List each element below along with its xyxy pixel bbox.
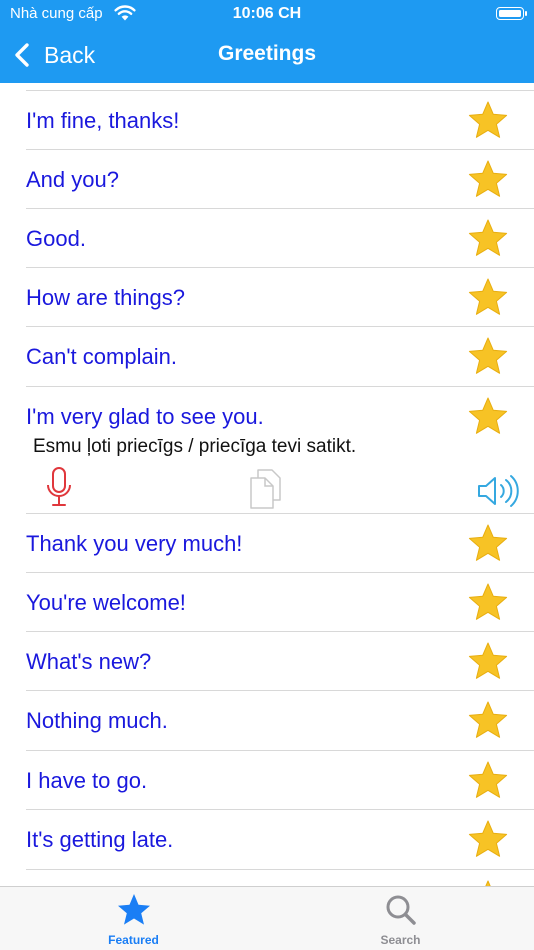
status-time: 10:06 CH [232, 5, 302, 22]
back-button-label: Back [44, 41, 96, 68]
row-divider [26, 869, 534, 870]
phrase-text: I'm fine, thanks! [26, 108, 180, 133]
phrase-text: I have to go. [26, 768, 148, 793]
phrase-text: You're welcome! [26, 590, 186, 615]
phrase-text: Good. [26, 226, 86, 251]
phrase-text: What's new? [26, 649, 152, 674]
star-icon[interactable] [467, 582, 509, 623]
phrase-row[interactable]: Good. [0, 209, 534, 268]
phrase-text: It's getting late. [26, 827, 174, 852]
phrase-row[interactable]: Can't complain. [0, 327, 534, 387]
star-icon[interactable] [467, 336, 509, 377]
phrase-row[interactable]: I'm fine, thanks! [0, 91, 534, 150]
phrase-row[interactable]: You're welcome! [0, 573, 534, 632]
star-icon[interactable] [467, 523, 509, 564]
tab-search-label: Search [380, 933, 421, 947]
star-icon[interactable] [467, 641, 509, 682]
translation-text: Esmu ļoti priecīgs / priecīga tevi satik… [33, 436, 357, 457]
chevron-left-icon [15, 43, 29, 67]
phrase-row[interactable]: How are things? [0, 268, 534, 327]
star-icon[interactable] [467, 396, 509, 437]
copy-icon[interactable] [247, 467, 285, 511]
speaker-icon[interactable] [476, 474, 520, 508]
tab-bar: Featured Search [0, 886, 534, 950]
star-icon[interactable] [467, 700, 509, 741]
phrase-list[interactable]: I'm fine, thanks! And you? Good. How are… [0, 83, 534, 886]
tab-featured-label: Featured [108, 933, 159, 947]
phrase-row[interactable]: Nothing much. [0, 691, 534, 751]
navigation-bar: Nhà cung cấp 10:06 CH Back Greetings [0, 0, 534, 83]
tab-featured[interactable]: Featured [0, 887, 267, 950]
phrase-row[interactable]: What's new? [0, 632, 534, 691]
phrase-row[interactable]: It's getting late. [0, 810, 534, 870]
microphone-icon[interactable] [43, 466, 75, 510]
star-icon[interactable] [467, 760, 509, 801]
phrase-row[interactable]: I have to go. [0, 751, 534, 810]
status-bar: Nhà cung cấp 10:06 CH [0, 0, 534, 28]
phrase-text: How are things? [26, 285, 185, 310]
back-button[interactable]: Back [12, 38, 95, 72]
search-icon [386, 895, 416, 925]
phrase-text: Nothing much. [26, 708, 168, 733]
phrase-row[interactable]: And you? [0, 150, 534, 209]
phrase-text: Can't complain. [26, 344, 177, 369]
star-icon[interactable] [467, 159, 509, 200]
star-icon[interactable] [467, 819, 509, 860]
star-icon[interactable] [467, 218, 509, 259]
battery-icon [496, 7, 524, 20]
star-icon[interactable] [467, 277, 509, 318]
tab-search[interactable]: Search [267, 887, 534, 950]
star-icon [118, 894, 150, 925]
phrase-text: And you? [26, 167, 119, 192]
battery-cap [525, 11, 527, 16]
star-icon[interactable] [467, 100, 509, 141]
phrase-row-expanded[interactable]: I'm very glad to see you. Esmu ļoti prie… [0, 387, 534, 514]
star-icon [485, 880, 491, 886]
phrase-text: Thank you very much! [26, 531, 243, 556]
phrase-row[interactable]: Thank you very much! [0, 514, 534, 573]
